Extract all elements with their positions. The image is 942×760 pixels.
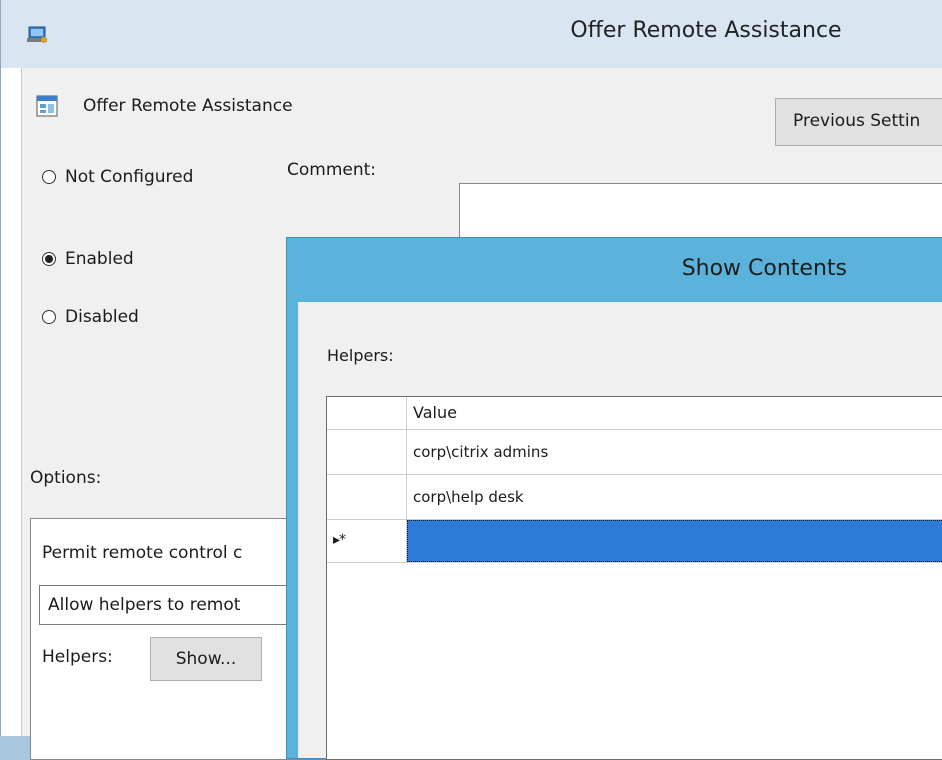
show-helpers-button[interactable]: Show... [150,637,262,681]
value-cell[interactable]: corp\citrix admins [407,430,942,474]
new-row-indicator-icon: ▸* [333,532,346,548]
window-title: Offer Remote Assistance [570,18,842,43]
value-column-header[interactable]: Value [407,397,942,429]
title-bar: Offer Remote Assistance [1,0,942,68]
previous-setting-button[interactable]: Previous Settin [775,98,942,146]
value-cell[interactable]: corp\help desk [407,475,942,519]
policy-setting-icon [36,95,58,117]
table-row[interactable]: corp\help desk [327,475,942,520]
radio-label: Not Configured [65,167,194,187]
new-row[interactable]: ▸* [327,520,942,563]
dialog-body: Helpers: Value corp\citrix admins corp\h… [298,302,942,760]
permit-remote-control-label: Permit remote control c [42,543,243,563]
helpers-label: Helpers: [327,346,394,365]
grid-header-row: Value [327,397,942,430]
radio-label: Enabled [65,249,134,269]
comment-label: Comment: [287,160,377,180]
row-header-cell[interactable] [327,430,407,474]
policy-name: Offer Remote Assistance [83,96,293,116]
radio-not-configured[interactable]: Not Configured [42,167,193,187]
options-label: Options: [30,468,102,488]
radio-indicator[interactable] [42,310,56,324]
helpers-label: Helpers: [42,647,113,667]
radio-indicator[interactable] [42,252,56,266]
table-row[interactable]: corp\citrix admins [327,430,942,475]
row-header-cell[interactable]: ▸* [327,520,407,562]
radio-disabled[interactable]: Disabled [42,307,139,327]
new-value-cell[interactable] [407,520,942,562]
helpers-grid[interactable]: Value corp\citrix admins corp\help desk … [326,396,942,760]
show-contents-dialog: Show Contents Helpers: Value corp\citrix… [286,237,942,760]
row-header-corner [327,397,407,429]
radio-indicator[interactable] [42,170,56,184]
row-header-cell[interactable] [327,475,407,519]
radio-label: Disabled [65,307,139,327]
dialog-title: Show Contents [681,256,847,281]
radio-enabled[interactable]: Enabled [42,249,134,269]
